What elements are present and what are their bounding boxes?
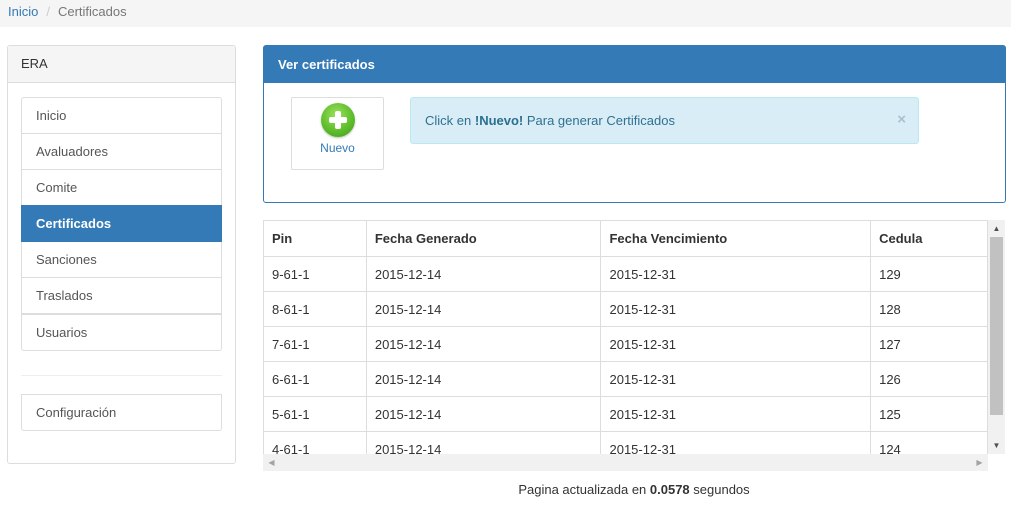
sidebar-nav: Inicio Avaluadores Comite Certificados S… [21,97,222,351]
cell-fecha-generado: 2015-12-14 [365,256,602,292]
breadcrumb: Inicio / Certificados [0,0,1011,27]
new-certificate-button[interactable]: Nuevo [291,97,384,170]
breadcrumb-current: Certificados [57,4,127,19]
cell-fecha-generado: 2015-12-14 [365,396,602,432]
breadcrumb-home-link[interactable]: Inicio [8,4,38,19]
alert-text-bold: !Nuevo! [474,113,524,128]
sidebar-item-configuracion[interactable]: Configuración [21,394,222,431]
footer-text-prefix: Pagina actualizada en [518,482,650,497]
sidebar-item-comite[interactable]: Comite [21,169,222,206]
cell-pin: 6-61-1 [263,361,367,397]
cell-pin: 9-61-1 [263,256,367,292]
sidebar-panel: ERA Inicio Avaluadores Comite Certificad… [7,45,236,464]
cell-pin: 8-61-1 [263,291,367,327]
vertical-scrollbar[interactable]: ▲ ▼ [988,220,1005,454]
cell-pin: 7-61-1 [263,326,367,362]
table-row: 9-61-1 2015-12-14 2015-12-31 129 [263,256,988,292]
sidebar-item-usuarios[interactable]: Usuarios [21,314,222,351]
table-row: 6-61-1 2015-12-14 2015-12-31 126 [263,361,988,397]
cell-fecha-vencimiento: 2015-12-31 [600,396,872,432]
cell-fecha-generado: 2015-12-14 [365,326,602,362]
vertical-scrollbar-thumb[interactable] [990,237,1003,415]
scroll-up-arrow-icon[interactable]: ▲ [988,220,1005,237]
cell-cedula: 128 [870,291,988,327]
sidebar-title: ERA [8,46,235,83]
info-alert: Click en !Nuevo! Para generar Certificad… [410,97,919,144]
table-row: 8-61-1 2015-12-14 2015-12-31 128 [263,291,988,327]
scroll-right-arrow-icon[interactable]: ▶ [971,454,988,471]
horizontal-scrollbar[interactable]: ◀ ▶ [263,454,988,471]
column-header-pin: Pin [263,220,367,257]
cell-fecha-generado: 2015-12-14 [365,291,602,327]
sidebar-item-avaluadores[interactable]: Avaluadores [21,133,222,170]
footer-text-suffix: segundos [689,482,750,497]
sidebar-item-sanciones[interactable]: Sanciones [21,241,222,278]
table-row: 5-61-1 2015-12-14 2015-12-31 125 [263,396,988,432]
plus-icon [320,103,355,137]
sidebar-item-traslados[interactable]: Traslados [21,277,222,314]
certificates-table: Pin Fecha Generado Fecha Vencimiento Ced… [263,220,988,467]
sidebar-config-group: Configuración [21,394,222,431]
page-footer: Pagina actualizada en 0.0578 segundos [263,482,1005,497]
cell-cedula: 129 [870,256,988,292]
scroll-down-arrow-icon[interactable]: ▼ [988,437,1005,454]
sidebar-item-inicio[interactable]: Inicio [21,97,222,134]
certificates-panel: Ver certificados Nuevo Click en !Nuevo! … [263,45,1006,203]
cell-fecha-vencimiento: 2015-12-31 [600,361,872,397]
column-header-fecha-vencimiento: Fecha Vencimiento [600,220,872,257]
footer-load-time: 0.0578 [649,482,690,497]
close-icon[interactable]: × [897,111,906,128]
new-button-label: Nuevo [320,141,355,155]
cell-cedula: 127 [870,326,988,362]
cell-cedula: 125 [870,396,988,432]
column-header-fecha-generado: Fecha Generado [365,220,602,257]
panel-title: Ver certificados [264,46,1005,83]
cell-fecha-vencimiento: 2015-12-31 [600,256,872,292]
table-header-row: Pin Fecha Generado Fecha Vencimiento Ced… [263,220,988,257]
table-row: 7-61-1 2015-12-14 2015-12-31 127 [263,326,988,362]
certificates-table-container: Pin Fecha Generado Fecha Vencimiento Ced… [263,220,1005,471]
cell-pin: 5-61-1 [263,396,367,432]
sidebar-item-certificados[interactable]: Certificados [21,205,222,242]
cell-fecha-vencimiento: 2015-12-31 [600,291,872,327]
cell-fecha-vencimiento: 2015-12-31 [600,326,872,362]
alert-text-suffix: Para generar Certificados [523,113,675,128]
sidebar-divider [21,375,222,376]
scroll-left-arrow-icon[interactable]: ◀ [263,454,280,471]
column-header-cedula: Cedula [870,220,988,257]
cell-fecha-generado: 2015-12-14 [365,361,602,397]
breadcrumb-separator: / [46,4,50,19]
cell-cedula: 126 [870,361,988,397]
alert-text-prefix: Click en [425,113,475,128]
